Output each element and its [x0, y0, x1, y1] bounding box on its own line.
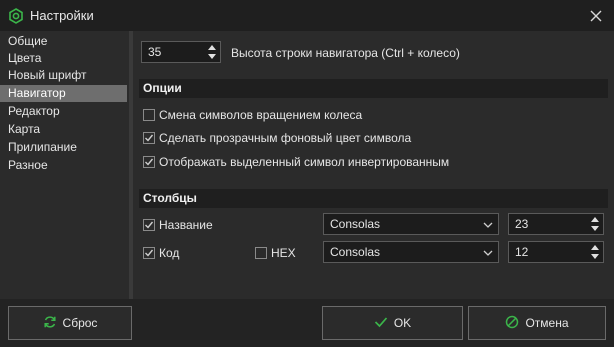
checkmark-icon — [145, 158, 154, 166]
stepper-up-icon[interactable] — [588, 215, 602, 224]
option-invert-selected-checkbox[interactable] — [143, 156, 155, 168]
column-code-label[interactable]: Код — [159, 246, 179, 260]
sidebar-item-navigator[interactable]: Навигатор — [0, 85, 127, 102]
stepper-down-icon[interactable] — [588, 224, 602, 233]
columns-heading: Столбцы — [139, 189, 608, 208]
dialog-footer: Сброс OK Отмена — [0, 299, 614, 347]
column-name-font-value: Consolas — [330, 217, 381, 231]
column-code-size-value[interactable]: 12 — [515, 242, 528, 262]
option-invert-selected-label[interactable]: Отображать выделенный символ инвертирова… — [159, 155, 449, 169]
sidebar-item-snapping[interactable]: Прилипание — [0, 139, 127, 156]
column-hex-label[interactable]: HEX — [271, 246, 296, 260]
option-wheel-change-label[interactable]: Смена символов вращением колеса — [159, 108, 362, 122]
navigator-settings-panel: 35 Высота строки навигатора (Ctrl + коле… — [133, 31, 614, 299]
ok-button-label: OK — [393, 316, 412, 330]
column-hex-checkbox[interactable] — [255, 247, 267, 259]
column-code-size-stepper[interactable]: 12 — [508, 241, 604, 263]
window-title: Настройки — [30, 8, 94, 23]
sidebar-item-new-font[interactable]: Новый шрифт — [0, 67, 127, 84]
reset-button[interactable]: Сброс — [8, 306, 132, 340]
stepper-up-icon[interactable] — [205, 43, 219, 52]
option-transparent-bg-label[interactable]: Сделать прозрачным фоновый цвет символа — [159, 131, 411, 145]
column-name-size-value[interactable]: 23 — [515, 214, 528, 234]
checkmark-icon — [145, 134, 154, 142]
column-name-font-select[interactable]: Consolas — [323, 213, 499, 235]
option-wheel-change-checkbox[interactable] — [143, 109, 155, 121]
column-code-font-select[interactable]: Consolas — [323, 241, 499, 263]
checkmark-icon — [374, 315, 388, 332]
sidebar-item-misc[interactable]: Разное — [0, 157, 127, 174]
chevron-down-icon — [483, 247, 493, 261]
option-transparent-bg-checkbox[interactable] — [143, 132, 155, 144]
reset-button-label: Сброс — [62, 316, 98, 330]
row-height-value[interactable]: 35 — [148, 42, 161, 62]
column-name-checkbox[interactable] — [143, 219, 155, 231]
sidebar-item-general[interactable]: Общие — [0, 33, 127, 50]
checkmark-icon — [145, 221, 154, 229]
sidebar-item-map[interactable]: Карта — [0, 121, 127, 138]
refresh-icon — [43, 315, 57, 332]
title-bar: Настройки — [0, 0, 614, 31]
column-name-size-stepper[interactable]: 23 — [508, 213, 604, 235]
sidebar-item-colors[interactable]: Цвета — [0, 50, 127, 67]
options-heading: Опции — [139, 79, 608, 98]
column-name-label[interactable]: Название — [159, 218, 213, 232]
cancel-button[interactable]: Отмена — [468, 306, 606, 340]
cancel-button-label: Отмена — [525, 316, 569, 330]
settings-sidebar: Общие Цвета Новый шрифт Навигатор Редакт… — [0, 31, 129, 299]
stepper-up-icon[interactable] — [588, 243, 602, 252]
chevron-down-icon — [483, 219, 493, 233]
row-height-label: Высота строки навигатора (Ctrl + колесо) — [231, 46, 460, 60]
ok-button[interactable]: OK — [322, 306, 463, 340]
column-code-checkbox[interactable] — [143, 247, 155, 259]
close-icon[interactable] — [586, 6, 606, 26]
cancel-icon — [505, 315, 519, 332]
column-code-font-value: Consolas — [330, 245, 381, 259]
stepper-down-icon[interactable] — [205, 52, 219, 61]
gear-icon — [8, 8, 24, 24]
stepper-down-icon[interactable] — [588, 252, 602, 261]
sidebar-item-editor[interactable]: Редактор — [0, 103, 127, 120]
checkmark-icon — [145, 249, 154, 257]
row-height-stepper[interactable]: 35 — [141, 41, 221, 63]
